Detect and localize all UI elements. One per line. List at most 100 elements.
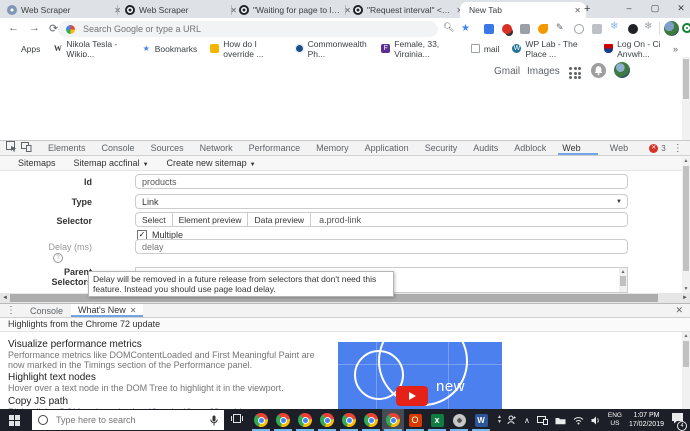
clock[interactable]: 1:07 PM 17/02/2019 [629, 411, 664, 429]
profile-avatar[interactable] [664, 21, 679, 36]
scroll-right-icon[interactable]: ► [682, 294, 688, 302]
chevron-down-icon[interactable]: ▼ [497, 420, 502, 425]
drawer-tab-console[interactable]: Console [22, 306, 71, 316]
bookmark-nikola-tesla[interactable]: W Nikola Tesla - Wikip... [53, 39, 128, 59]
devtools-kebab-menu-icon[interactable]: ⋮ [673, 143, 683, 154]
bookmark-commonwealth[interactable]: Commonwealth Ph... [295, 39, 369, 59]
devtools-scrollbar[interactable]: ▲ ▼ [682, 157, 690, 293]
taskbar-excel-icon[interactable]: x [426, 409, 448, 431]
drawer-kebab-menu-icon[interactable]: ⋮ [6, 305, 16, 316]
inspect-element-icon[interactable] [6, 139, 17, 157]
google-apps-grid-icon[interactable] [569, 67, 581, 79]
menu-sitemaps[interactable]: Sitemaps [18, 158, 56, 168]
bookmark-log-on-ci-anywhere[interactable]: Log On - Ci Anywh... [604, 39, 677, 59]
taskbar-chrome-icon-2[interactable] [272, 409, 294, 431]
wifi-icon[interactable] [573, 416, 584, 425]
extension-icon-3[interactable] [520, 24, 530, 34]
scroll-left-icon[interactable]: ◄ [2, 294, 8, 302]
id-input[interactable] [136, 177, 627, 187]
taskbar-office-icon[interactable]: O [404, 409, 426, 431]
device-icon[interactable] [537, 416, 548, 425]
devtools-tab-console[interactable]: Console [94, 141, 143, 155]
tab-close-icon[interactable]: ✕ [130, 304, 137, 317]
drawer-close-icon[interactable]: ✕ [675, 305, 683, 316]
drawer-tab-whats-new[interactable]: What's New ✕ [71, 304, 143, 317]
bookmark-mail[interactable]: mail [471, 44, 500, 54]
taskbar-chrome-icon-active[interactable] [382, 409, 404, 431]
window-minimize-button[interactable]: – [620, 0, 638, 16]
eyedropper-extension-icon[interactable]: ✎ [556, 22, 564, 33]
back-icon[interactable]: ← [8, 22, 19, 34]
page-scrollbar[interactable] [682, 57, 690, 140]
selector-field[interactable] [310, 212, 628, 227]
language-indicator[interactable]: ENG US [608, 412, 622, 428]
devtools-tab-elements[interactable]: Elements [40, 141, 94, 155]
taskbar-chrome-icon-4[interactable] [316, 409, 338, 431]
window-close-button[interactable]: ✕ [672, 0, 690, 16]
devtools-tab-audits[interactable]: Audits [465, 141, 506, 155]
id-field[interactable] [135, 174, 628, 189]
device-toolbar-icon[interactable] [21, 139, 32, 157]
taskbar-chrome-icon-5[interactable] [338, 409, 360, 431]
taskbar-word-icon[interactable]: W [470, 409, 492, 431]
google-account-avatar[interactable] [614, 62, 630, 78]
whats-new-section-title[interactable]: Highlight text nodes [8, 372, 96, 383]
devtools-tab-application[interactable]: Application [357, 141, 417, 155]
snowflake-extension-icon[interactable]: ❄ [610, 21, 618, 32]
devtools-tab-memory[interactable]: Memory [308, 141, 357, 155]
listbox-scrollbar[interactable]: ▲ [619, 268, 627, 292]
people-icon[interactable] [507, 415, 517, 425]
images-link[interactable]: Images [527, 66, 560, 77]
microphone-icon[interactable] [210, 415, 218, 426]
scroll-up-icon[interactable]: ▲ [619, 269, 627, 275]
devtools-tab-adblock-plus[interactable]: Adblock Plus [506, 141, 554, 155]
omnibox[interactable] [58, 21, 438, 37]
bookmark-apps[interactable]: Apps [8, 44, 40, 54]
reload-icon[interactable]: ⟳ [49, 22, 58, 35]
speaker-icon[interactable] [591, 416, 601, 425]
scroll-up-icon[interactable]: ▲ [682, 158, 690, 164]
window-maximize-button[interactable]: ▢ [646, 0, 664, 16]
new-tab-button[interactable]: + [584, 3, 590, 15]
notification-bell-icon[interactable] [591, 63, 606, 78]
darkmode-extension-icon[interactable] [628, 24, 638, 34]
devtools-tab-web-scraper-dev[interactable]: Web Scraper Dev [602, 141, 650, 155]
select-button[interactable]: Select [135, 212, 173, 227]
whats-new-section-title[interactable]: Copy JS path [8, 396, 68, 407]
status-green-icon[interactable] [682, 23, 690, 33]
gmail-link[interactable]: Gmail [494, 66, 520, 77]
extension-icon-4[interactable] [538, 24, 548, 34]
taskbar-search-box[interactable] [32, 410, 224, 430]
bookmarks-overflow-chevron[interactable]: » [673, 44, 678, 54]
selector-input[interactable] [311, 215, 627, 225]
tray-expand-chevron-icon[interactable]: ∧ [524, 416, 530, 425]
taskbar-search-input[interactable] [54, 414, 198, 426]
delay-field[interactable] [135, 239, 628, 254]
youtube-play-button[interactable] [396, 386, 428, 406]
type-select[interactable]: Link ▼ [135, 194, 628, 209]
devtools-tab-security[interactable]: Security [417, 141, 466, 155]
action-center-icon[interactable]: 4 [671, 411, 684, 429]
taskbar-chrome-icon-6[interactable] [360, 409, 382, 431]
extension-icon-7[interactable] [592, 24, 602, 34]
zoom-icon[interactable]: 🔍︎ [443, 22, 454, 33]
taskbar-recorder-icon[interactable] [448, 409, 470, 431]
folder-icon[interactable] [555, 416, 566, 425]
whats-new-section-title[interactable]: Visualize performance metrics [8, 339, 142, 350]
extension-icon-6[interactable] [574, 24, 584, 34]
adblock-extension-icon[interactable] [502, 24, 512, 34]
browser-tab-4[interactable]: "Request interval" <--> "Pa ✕ [348, 2, 468, 18]
start-button[interactable] [9, 415, 20, 426]
scroll-up-icon[interactable]: ▲ [682, 333, 690, 339]
task-view-icon[interactable] [231, 411, 243, 429]
menu-create-new-sitemap[interactable]: Create new sitemap▼ [167, 158, 256, 168]
devtools-tab-network[interactable]: Network [192, 141, 241, 155]
error-badge-icon[interactable]: ✕ [649, 144, 658, 153]
devtools-tab-sources[interactable]: Sources [143, 141, 192, 155]
menu-sitemap-accfinal[interactable]: Sitemap accfinal▼ [74, 158, 149, 168]
bookmark-bookmarks-folder[interactable]: ★ Bookmarks [142, 44, 198, 54]
tab-close-icon[interactable]: ✕ [574, 6, 581, 15]
taskbar-chrome-icon-3[interactable] [294, 409, 316, 431]
omnibox-input[interactable] [81, 23, 430, 35]
element-preview-button[interactable]: Element preview [172, 212, 249, 227]
